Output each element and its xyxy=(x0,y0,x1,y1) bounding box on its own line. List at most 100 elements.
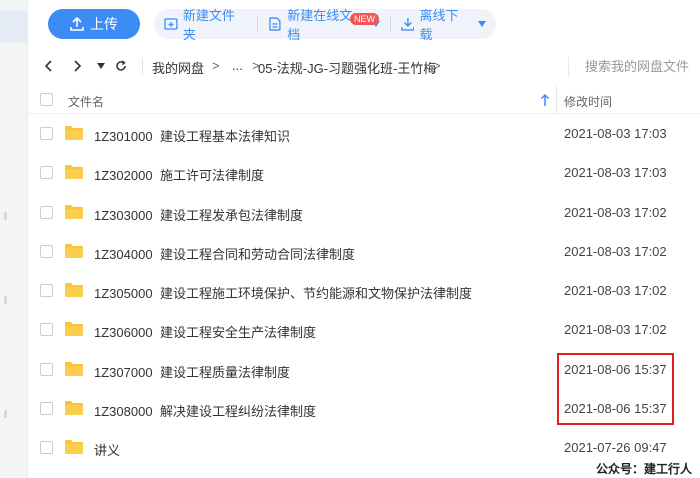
file-code: 1Z305000 xyxy=(94,286,153,302)
modified-time: 2021-07-26 09:47 xyxy=(564,440,667,456)
left-rail-selected[interactable] xyxy=(0,10,28,42)
chevron-down-icon xyxy=(97,63,105,69)
download-icon xyxy=(400,18,415,31)
upload-icon xyxy=(70,17,84,31)
new-folder-button[interactable]: 新建文件夹 xyxy=(154,8,257,42)
file-title: 建设工程发承包法律制度 xyxy=(160,207,304,223)
upload-label: 上传 xyxy=(90,16,118,32)
folder-icon xyxy=(65,440,83,455)
left-rail xyxy=(0,0,28,478)
column-header-name[interactable]: 文件名 xyxy=(68,93,104,110)
breadcrumb-ellipsis[interactable]: ... xyxy=(232,58,243,73)
breadcrumb-separator: > xyxy=(212,58,220,73)
column-divider xyxy=(556,86,557,114)
file-name[interactable]: 1Z302000 施工许可法律制度 xyxy=(94,165,264,184)
breadcrumb-separator: > xyxy=(433,58,441,73)
row-checkbox[interactable] xyxy=(40,323,53,337)
file-code: 1Z308000 xyxy=(94,404,153,420)
table-row[interactable]: 1Z306000 建设工程安全生产法律制度 2021-08-03 17:02 xyxy=(28,310,700,349)
row-checkbox[interactable] xyxy=(40,402,53,416)
offline-download-label: 离线下载 xyxy=(419,8,459,42)
navigation-bar: 我的网盘 > ... > 05-法规-JG-习题强化班-王竹梅 > 搜索我的网盘… xyxy=(28,52,700,80)
file-name[interactable]: 1Z306000 建设工程安全生产法律制度 xyxy=(94,322,316,341)
new-folder-icon xyxy=(164,18,178,30)
table-row[interactable]: 1Z301000 建设工程基本法律知识 2021-08-03 17:03 xyxy=(28,114,700,153)
history-dropdown[interactable] xyxy=(92,57,110,75)
chevron-down-icon xyxy=(478,21,486,27)
left-rail-mark xyxy=(4,410,7,418)
file-code: 1Z307000 xyxy=(94,364,153,380)
toolbar: 上传 新建文件夹 新建在线文档 离线下载 NEW xyxy=(28,0,700,48)
file-name[interactable]: 1Z303000 建设工程发承包法律制度 xyxy=(94,205,303,224)
file-name[interactable]: 1Z307000 建设工程质量法律制度 xyxy=(94,362,290,381)
refresh-icon xyxy=(116,60,126,71)
left-rail-mark xyxy=(4,212,7,220)
highlight-box xyxy=(557,353,674,425)
file-code: 1Z303000 xyxy=(94,207,153,223)
search-input[interactable]: 搜索我的网盘文件 xyxy=(568,57,700,77)
file-title: 建设工程质量法律制度 xyxy=(160,364,291,380)
folder-icon xyxy=(65,204,83,219)
folder-icon xyxy=(65,243,83,258)
file-code: 1Z306000 xyxy=(94,325,153,341)
folder-icon xyxy=(65,322,83,337)
file-title: 讲义 xyxy=(94,443,121,459)
new-badge: NEW xyxy=(350,13,379,25)
row-checkbox[interactable] xyxy=(40,166,53,180)
modified-time: 2021-08-03 17:02 xyxy=(564,283,667,299)
file-title: 建设工程基本法律知识 xyxy=(160,129,291,144)
breadcrumb-root[interactable]: 我的网盘 xyxy=(152,58,204,77)
modified-time: 2021-08-03 17:03 xyxy=(564,126,667,141)
file-title: 建设工程施工环境保护、节约能源和文物保护法律制度 xyxy=(160,286,473,302)
table-row[interactable]: 1Z305000 建设工程施工环境保护、节约能源和文物保护法律制度 2021-08-… xyxy=(28,271,700,310)
file-name[interactable]: 1Z308000 解决建设工程纠纷法律制度 xyxy=(94,401,316,420)
new-folder-label: 新建文件夹 xyxy=(182,8,235,42)
breadcrumb-current[interactable]: 05-法规-JG-习题强化班-王竹梅 xyxy=(258,58,436,77)
file-code: 1Z302000 xyxy=(94,168,153,184)
table-row[interactable]: 1Z302000 施工许可法律制度 2021-08-03 17:03 xyxy=(28,153,700,192)
nav-divider xyxy=(142,58,143,74)
table-row[interactable]: 1Z304000 建设工程合同和劳动合同法律制度 2021-08-03 17:02 xyxy=(28,232,700,271)
folder-icon xyxy=(65,401,83,416)
modified-time: 2021-08-03 17:02 xyxy=(564,243,667,259)
row-checkbox[interactable] xyxy=(40,244,53,258)
row-checkbox[interactable] xyxy=(40,127,53,140)
file-title: 施工许可法律制度 xyxy=(160,168,265,184)
file-title: 建设工程合同和劳动合同法律制度 xyxy=(160,246,356,262)
new-doc-icon xyxy=(269,17,281,31)
forward-icon xyxy=(74,60,82,72)
watermark: 公众号：建工行人 xyxy=(596,462,693,476)
column-header-time[interactable]: 修改时间 xyxy=(564,93,612,110)
file-title: 解决建设工程纠纷法律制度 xyxy=(160,404,317,420)
row-checkbox[interactable] xyxy=(40,205,53,219)
back-icon xyxy=(44,60,52,72)
modified-time: 2021-08-03 17:03 xyxy=(564,165,667,181)
row-checkbox[interactable] xyxy=(40,284,53,298)
file-code: 1Z304000 xyxy=(94,246,153,262)
left-rail-mark xyxy=(4,296,7,304)
folder-icon xyxy=(65,126,83,140)
refresh-button[interactable] xyxy=(112,57,130,75)
file-name[interactable]: 讲义 xyxy=(94,440,120,459)
row-checkbox[interactable] xyxy=(40,441,53,455)
forward-button[interactable] xyxy=(68,57,86,75)
file-name[interactable]: 1Z301000 建设工程基本法律知识 xyxy=(94,126,290,145)
toolbar-group: 新建文件夹 新建在线文档 离线下载 NEW xyxy=(154,8,496,42)
file-code: 1Z301000 xyxy=(94,129,153,144)
file-name[interactable]: 1Z304000 建设工程合同和劳动合同法律制度 xyxy=(94,244,355,263)
row-checkbox[interactable] xyxy=(40,362,53,376)
folder-icon xyxy=(65,283,83,298)
upload-button[interactable]: 上传 xyxy=(48,9,140,39)
sort-up-icon[interactable] xyxy=(540,93,550,107)
file-title: 建设工程安全生产法律制度 xyxy=(160,325,317,341)
modified-time: 2021-08-03 17:02 xyxy=(564,204,667,220)
table-header: 文件名 修改时间 xyxy=(28,86,700,114)
folder-icon xyxy=(65,361,83,376)
modified-time: 2021-08-03 17:02 xyxy=(564,322,667,338)
back-button[interactable] xyxy=(40,57,58,75)
folder-icon xyxy=(65,165,83,180)
table-row[interactable]: 1Z303000 建设工程发承包法律制度 2021-08-03 17:02 xyxy=(28,193,700,232)
select-all-checkbox[interactable] xyxy=(40,93,53,106)
offline-download-button[interactable]: 离线下载 xyxy=(391,8,496,42)
file-name[interactable]: 1Z305000 建设工程施工环境保护、节约能源和文物保护法律制度 xyxy=(94,283,472,302)
